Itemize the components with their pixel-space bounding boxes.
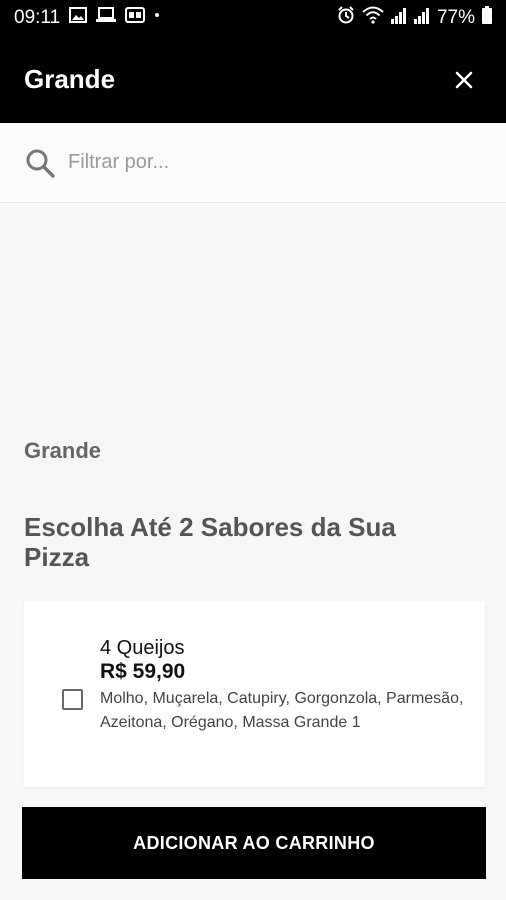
dot-icon [154, 7, 160, 29]
search-input[interactable] [66, 150, 470, 175]
search-icon [26, 149, 55, 178]
add-to-cart-button[interactable]: ADICIONAR AO CARRINHO [22, 807, 486, 879]
battery-icon [482, 6, 492, 30]
product-description: Molho, Muçarela, Catupiry, Gorgonzola, P… [100, 690, 464, 731]
product-card[interactable]: 4 Queijos R$ 59,90 Molho, Muçarela, Catu… [24, 601, 485, 787]
alarm-icon [337, 6, 355, 30]
status-bar: 09:11 77% [0, 0, 506, 36]
status-bar-left: 09:11 [14, 7, 160, 29]
wifi-icon [362, 6, 384, 30]
section-label: Grande [24, 438, 102, 463]
badge-icon [125, 7, 146, 29]
product-name: 4 Queijos [100, 637, 185, 659]
app-header: Grande [0, 36, 506, 123]
page-title: Grande [24, 64, 116, 94]
signal-icon [390, 6, 407, 30]
status-bar-right: 77% [337, 6, 492, 30]
laptop-icon [96, 7, 117, 29]
close-icon [455, 71, 473, 88]
search-bar [0, 123, 506, 203]
image-icon [69, 7, 88, 29]
signal-icon [413, 6, 430, 30]
option-group-title: Escolha Até 2 Sabores da Sua Pizza [24, 512, 396, 572]
product-price: R$ 59,90 [100, 660, 186, 683]
close-button[interactable] [446, 62, 482, 98]
battery-percent: 77% [436, 7, 475, 28]
status-time: 09:11 [14, 7, 61, 28]
product-checkbox[interactable] [62, 689, 83, 710]
